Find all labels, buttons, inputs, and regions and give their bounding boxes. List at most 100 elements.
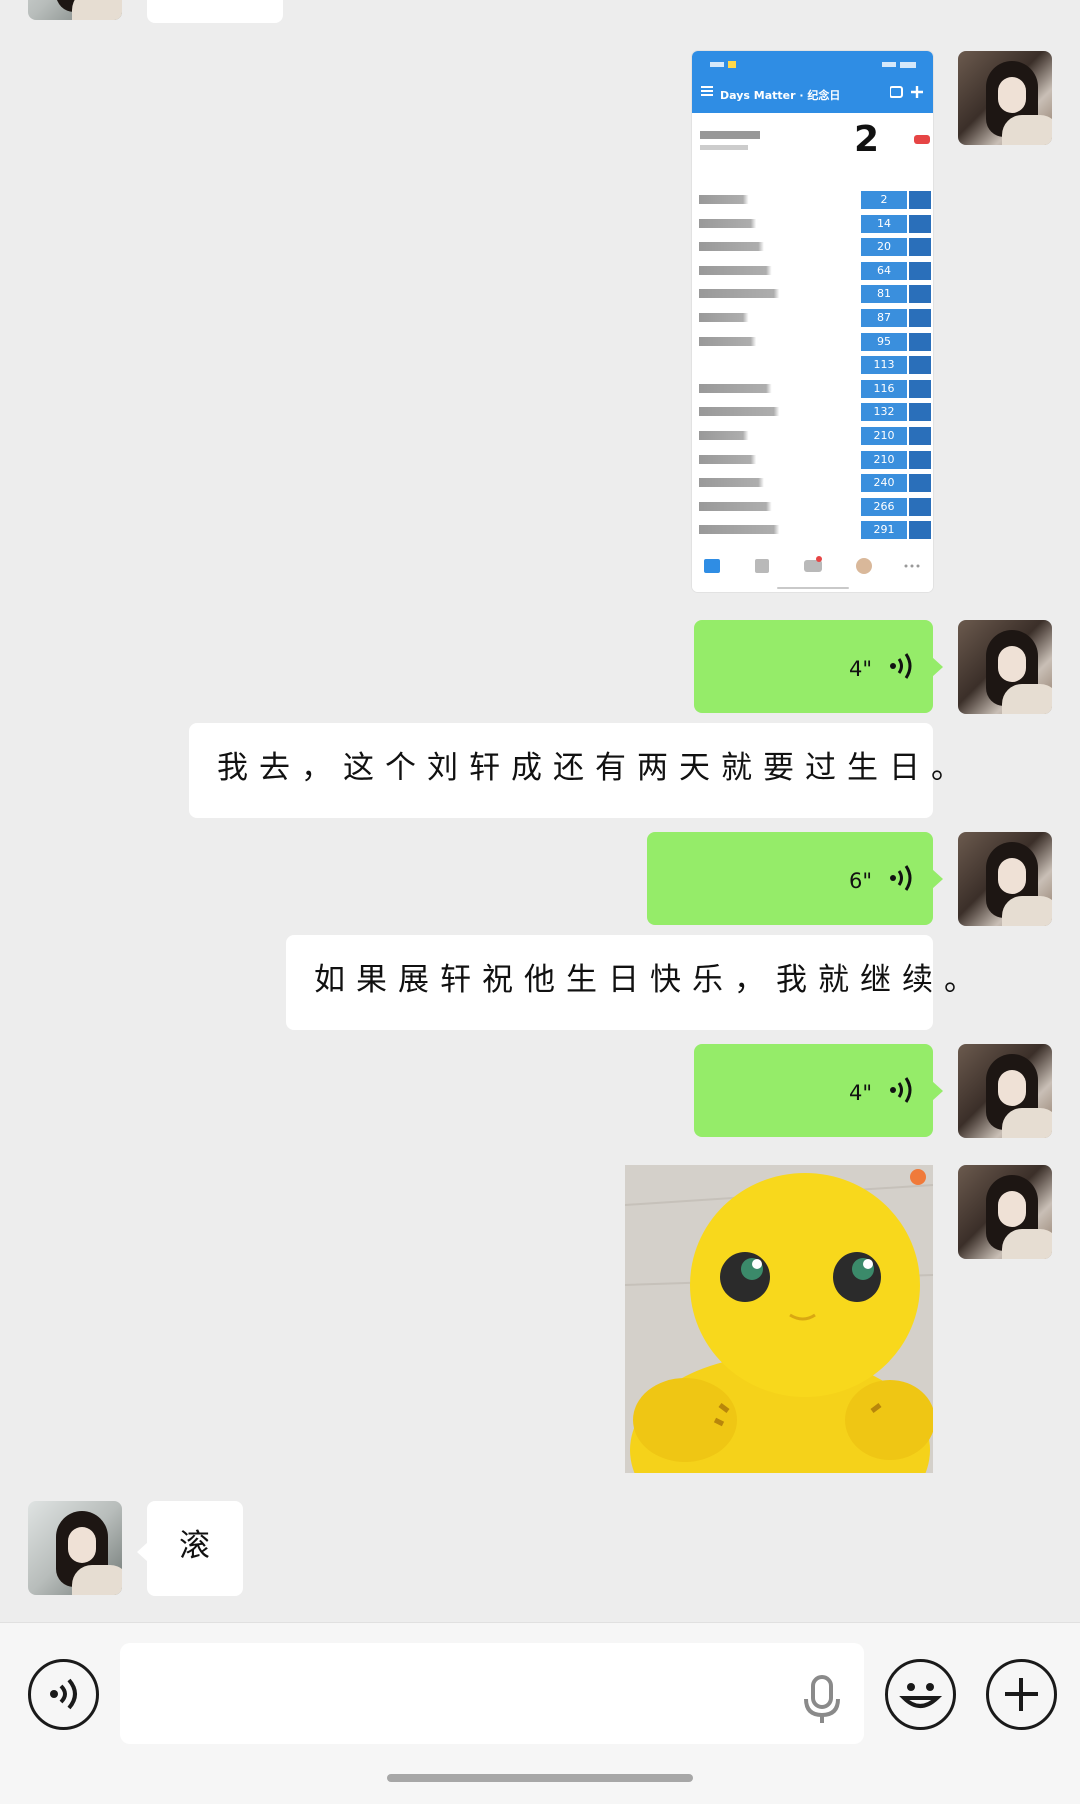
bubble-tail — [932, 1081, 943, 1101]
event-unit — [909, 474, 931, 493]
event-unit — [909, 497, 931, 516]
event-row: 81 — [695, 285, 931, 305]
event-label — [699, 218, 809, 228]
voice-duration: 4" — [849, 657, 873, 681]
event-row: 210 — [695, 427, 931, 447]
event-label — [699, 525, 809, 535]
received-bubble-partial[interactable] — [147, 0, 283, 23]
text-message[interactable]: 滚 — [147, 1501, 243, 1596]
event-day-count: 116 — [861, 379, 907, 398]
voice-message[interactable]: 4" — [694, 620, 933, 713]
voice-icon — [50, 1678, 77, 1710]
event-day-count: 240 — [861, 474, 907, 493]
voice-input-button[interactable] — [28, 1659, 99, 1730]
voice-duration: 6" — [849, 869, 873, 893]
event-day-count: 95 — [861, 332, 907, 351]
event-label — [699, 195, 809, 204]
status-bar-icons — [710, 61, 916, 68]
event-label — [699, 336, 809, 346]
event-row: 116 — [695, 379, 931, 400]
event-day-count: 14 — [861, 214, 907, 233]
voice-wave-icon — [890, 865, 912, 891]
event-row: 87 — [695, 309, 931, 329]
voice-wave-icon — [890, 1077, 912, 1103]
my-avatar[interactable] — [958, 51, 1052, 145]
plus-icon — [1005, 1678, 1038, 1711]
app-title: Days Matter · 纪念日 — [720, 89, 841, 102]
event-label — [699, 407, 809, 417]
event-label — [699, 265, 809, 275]
voice-message[interactable]: 6" — [647, 832, 933, 925]
event-day-count: 81 — [861, 285, 907, 304]
event-label — [699, 454, 809, 464]
emoji-icon — [899, 1683, 943, 1708]
event-row: 2 — [695, 191, 931, 211]
screenshot-image-message[interactable]: Days Matter · 纪念日 2 2 14 20 64 81 87 95 113 116 1… — [692, 51, 933, 592]
event-day-count: 113 — [861, 356, 907, 375]
event-label — [699, 313, 809, 322]
my-avatar[interactable] — [958, 1165, 1052, 1259]
event-row: 113 — [695, 356, 931, 376]
event-unit — [909, 261, 931, 280]
contact-avatar[interactable] — [28, 1501, 122, 1595]
event-day-count: 210 — [861, 450, 907, 469]
event-row: 266 — [695, 497, 931, 518]
app-bottom-nav — [692, 545, 933, 592]
event-unit — [909, 332, 931, 351]
event-row: 240 — [695, 474, 931, 494]
event-row: 210 — [695, 450, 931, 471]
event-label — [699, 242, 809, 252]
event-unit — [909, 521, 931, 540]
event-day-count: 291 — [861, 521, 907, 540]
event-unit — [909, 403, 931, 422]
yellow-dino-sticker — [625, 1165, 933, 1473]
event-day-count: 266 — [861, 497, 907, 516]
event-label — [699, 289, 809, 299]
menu-icon — [701, 86, 713, 96]
message-text: 如果展轩祝他生日快乐，我就继续。 — [314, 962, 986, 998]
text-message[interactable]: 如果展轩祝他生日快乐，我就继续。 — [286, 935, 975, 1030]
emoji-button[interactable] — [885, 1659, 956, 1730]
event-unit — [909, 309, 931, 327]
app-header: Days Matter · 纪念日 — [692, 51, 933, 113]
sticker-image-message[interactable] — [625, 1165, 933, 1473]
event-day-count: 132 — [861, 403, 907, 422]
voice-wave-icon — [890, 653, 912, 679]
contact-avatar[interactable] — [28, 0, 122, 20]
event-label — [699, 501, 809, 511]
event-row: 64 — [695, 261, 931, 282]
event-day-count: 87 — [861, 309, 907, 327]
event-label — [699, 383, 809, 393]
event-unit — [909, 214, 931, 233]
message-text: 我去，这个刘轩成还有两天就要过生日。 — [217, 750, 973, 786]
message-input[interactable] — [120, 1643, 864, 1744]
event-day-count: 20 — [861, 238, 907, 257]
bubble-tail — [932, 869, 943, 889]
voice-duration: 4" — [849, 1081, 873, 1105]
event-unit — [909, 450, 931, 469]
event-row: 95 — [695, 332, 931, 353]
event-row: 20 — [695, 238, 931, 258]
event-row: 14 — [695, 214, 931, 235]
event-unit — [909, 238, 931, 257]
text-message[interactable]: 我去，这个刘轩成还有两天就要过生日。 — [189, 723, 962, 818]
event-row: 291 — [695, 521, 931, 541]
mic-icon[interactable] — [800, 1675, 844, 1725]
event-day-count: 210 — [861, 427, 907, 445]
voice-message[interactable]: 4" — [694, 1044, 933, 1137]
event-unit — [909, 191, 931, 209]
event-label — [699, 431, 809, 440]
my-avatar[interactable] — [958, 620, 1052, 714]
featured-day-count: 2 — [854, 119, 880, 160]
featured-event — [692, 113, 933, 181]
more-button[interactable] — [986, 1659, 1057, 1730]
event-unit — [909, 427, 931, 445]
message-text: 滚 — [179, 1528, 221, 1564]
bubble-tail — [932, 657, 943, 677]
my-avatar[interactable] — [958, 1044, 1052, 1138]
event-unit — [909, 285, 931, 304]
event-unit — [909, 379, 931, 398]
header-actions-icon — [890, 86, 923, 98]
home-indicator[interactable] — [387, 1774, 693, 1782]
my-avatar[interactable] — [958, 832, 1052, 926]
